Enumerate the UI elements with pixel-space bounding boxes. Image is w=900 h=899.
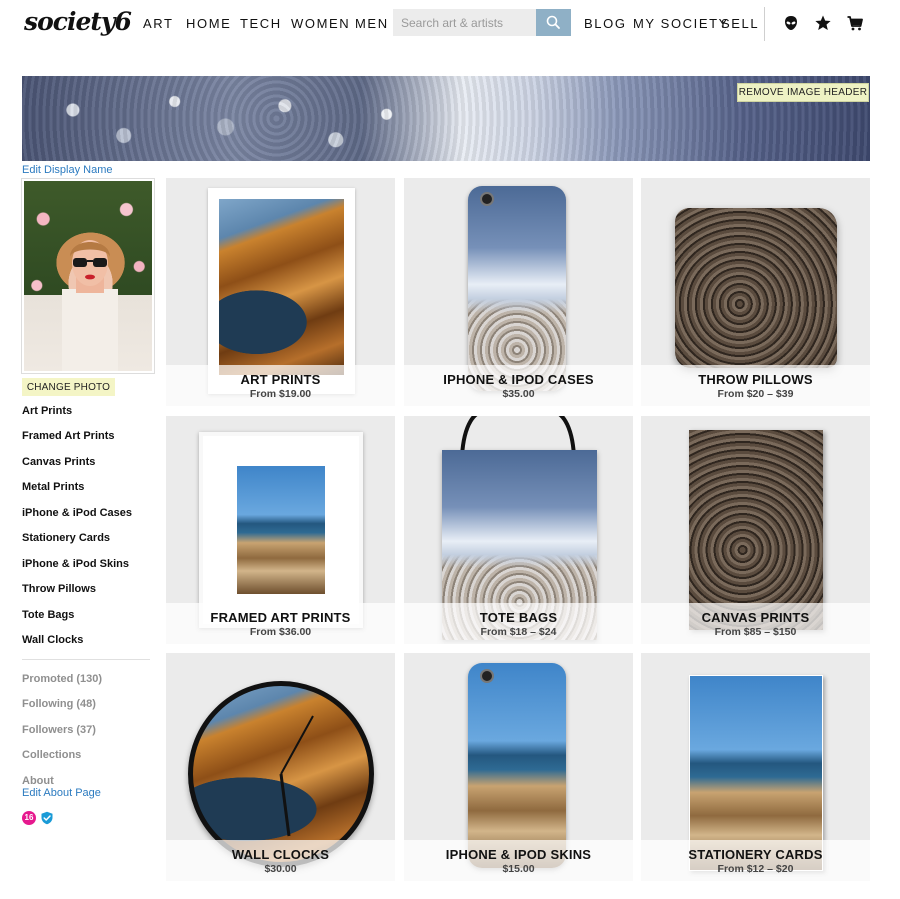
edit-display-name-link[interactable]: Edit Display Name <box>22 164 112 176</box>
product-price: From $36.00 <box>249 626 312 638</box>
sidebar-link-art-prints[interactable]: Art Prints <box>22 405 72 417</box>
product-tile-wall-clocks[interactable]: WALL CLOCKS $30.00 <box>166 653 395 881</box>
change-photo-button[interactable]: CHANGE PHOTO <box>22 378 115 396</box>
product-price: From $20 – $39 <box>717 388 794 400</box>
iphone-case-mockup <box>468 186 566 391</box>
iphone-skin-mockup <box>468 663 566 868</box>
product-title: STATIONERY CARDS <box>688 847 823 862</box>
tile-caption: TOTE BAGS From $18 – $24 <box>404 603 633 644</box>
product-title: TOTE BAGS <box>479 610 558 625</box>
nav-link-tech[interactable]: TECH <box>240 16 282 31</box>
remove-image-header-button[interactable]: REMOVE IMAGE HEADER <box>737 83 869 102</box>
society6-logo[interactable]: society6 <box>24 7 132 36</box>
sidebar-link-iphone-cases[interactable]: iPhone & iPod Cases <box>22 507 132 519</box>
nav-divider <box>764 7 765 41</box>
product-title: IPHONE & IPOD SKINS <box>445 847 592 862</box>
art-print-mockup <box>208 188 355 394</box>
verified-shield-icon <box>41 811 53 825</box>
canvas-print-mockup <box>689 430 823 630</box>
avatar <box>21 178 155 374</box>
sidebar-link-canvas-prints[interactable]: Canvas Prints <box>22 456 95 468</box>
tile-caption: STATIONERY CARDS From $12 – $20 <box>641 840 870 881</box>
sidebar-stat-following[interactable]: Following (48) <box>22 698 96 710</box>
product-price: From $85 – $150 <box>714 626 797 638</box>
search-icon <box>546 15 560 29</box>
search-button[interactable] <box>536 9 571 36</box>
product-title: THROW PILLOWS <box>698 372 813 387</box>
tile-caption: WALL CLOCKS $30.00 <box>166 840 395 881</box>
sidebar-link-iphone-skins[interactable]: iPhone & iPod Skins <box>22 558 129 570</box>
search-input[interactable] <box>393 9 536 36</box>
nav-link-art[interactable]: ART <box>143 16 174 31</box>
sidebar-stat-promoted[interactable]: Promoted (130) <box>22 673 102 685</box>
product-tile-iphone-skins[interactable]: IPHONE & IPOD SKINS $15.00 <box>404 653 633 881</box>
clock-hands <box>279 715 314 837</box>
cart-icon[interactable] <box>846 14 864 32</box>
sidebar-link-throw-pillows[interactable]: Throw Pillows <box>22 583 96 595</box>
product-tile-framed-art-prints[interactable]: FRAMED ART PRINTS From $36.00 <box>166 416 395 644</box>
tile-caption: FRAMED ART PRINTS From $36.00 <box>166 603 395 644</box>
product-tile-stationery-cards[interactable]: STATIONERY CARDS From $12 – $20 <box>641 653 870 881</box>
nav-link-sell[interactable]: SELL <box>721 16 759 31</box>
sidebar-link-wall-clocks[interactable]: Wall Clocks <box>22 634 83 646</box>
tile-caption: ART PRINTS From $19.00 <box>166 365 395 406</box>
product-title: IPHONE & IPOD CASES <box>443 372 594 387</box>
tile-caption: THROW PILLOWS From $20 – $39 <box>641 365 870 406</box>
tile-caption: IPHONE & IPOD SKINS $15.00 <box>404 840 633 881</box>
sidebar-link-stationery-cards[interactable]: Stationery Cards <box>22 532 110 544</box>
product-price: $15.00 <box>502 863 535 875</box>
framed-print-image <box>237 466 325 594</box>
level-badge: 16 <box>22 811 36 825</box>
sidebar-divider <box>22 659 150 660</box>
framed-print-mockup <box>199 432 363 628</box>
sidebar-link-tote-bags[interactable]: Tote Bags <box>22 609 74 621</box>
product-tile-throw-pillows[interactable]: THROW PILLOWS From $20 – $39 <box>641 178 870 406</box>
sidebar-stat-followers[interactable]: Followers (37) <box>22 724 96 736</box>
product-title: ART PRINTS <box>240 372 321 387</box>
nav-link-blog[interactable]: BLOG <box>584 16 627 31</box>
avatar-portrait <box>62 240 118 371</box>
throw-pillow-mockup <box>675 208 837 368</box>
edit-about-page-link[interactable]: Edit About Page <box>22 787 101 799</box>
star-icon[interactable] <box>814 14 832 32</box>
about-label: About <box>22 775 54 787</box>
tile-caption: CANVAS PRINTS From $85 – $150 <box>641 603 870 644</box>
alien-icon[interactable] <box>782 14 800 32</box>
product-price: From $19.00 <box>249 388 312 400</box>
nav-link-men[interactable]: MEN <box>355 16 389 31</box>
product-title: CANVAS PRINTS <box>701 610 810 625</box>
tile-caption: IPHONE & IPOD CASES $35.00 <box>404 365 633 406</box>
product-price: $30.00 <box>264 863 297 875</box>
art-print-image <box>219 199 344 375</box>
sidebar-link-framed-art-prints[interactable]: Framed Art Prints <box>22 430 115 442</box>
product-title: WALL CLOCKS <box>231 847 330 862</box>
product-tile-art-prints[interactable]: ART PRINTS From $19.00 <box>166 178 395 406</box>
sidebar-link-metal-prints[interactable]: Metal Prints <box>22 481 84 493</box>
product-title: FRAMED ART PRINTS <box>210 610 351 625</box>
product-tile-tote-bags[interactable]: TOTE BAGS From $18 – $24 <box>404 416 633 644</box>
product-tile-canvas-prints[interactable]: CANVAS PRINTS From $85 – $150 <box>641 416 870 644</box>
nav-link-women[interactable]: WOMEN <box>291 16 350 31</box>
product-price: $35.00 <box>502 388 535 400</box>
top-nav: society6 ART HOME TECH WOMEN MEN BLOG MY… <box>0 0 900 50</box>
product-price: From $18 – $24 <box>480 626 557 638</box>
product-price: From $12 – $20 <box>717 863 794 875</box>
product-tile-iphone-cases[interactable]: IPHONE & IPOD CASES $35.00 <box>404 178 633 406</box>
sidebar-stat-collections[interactable]: Collections <box>22 749 81 761</box>
nav-link-my-society[interactable]: MY SOCIETY <box>633 16 729 31</box>
nav-link-home[interactable]: HOME <box>186 16 231 31</box>
